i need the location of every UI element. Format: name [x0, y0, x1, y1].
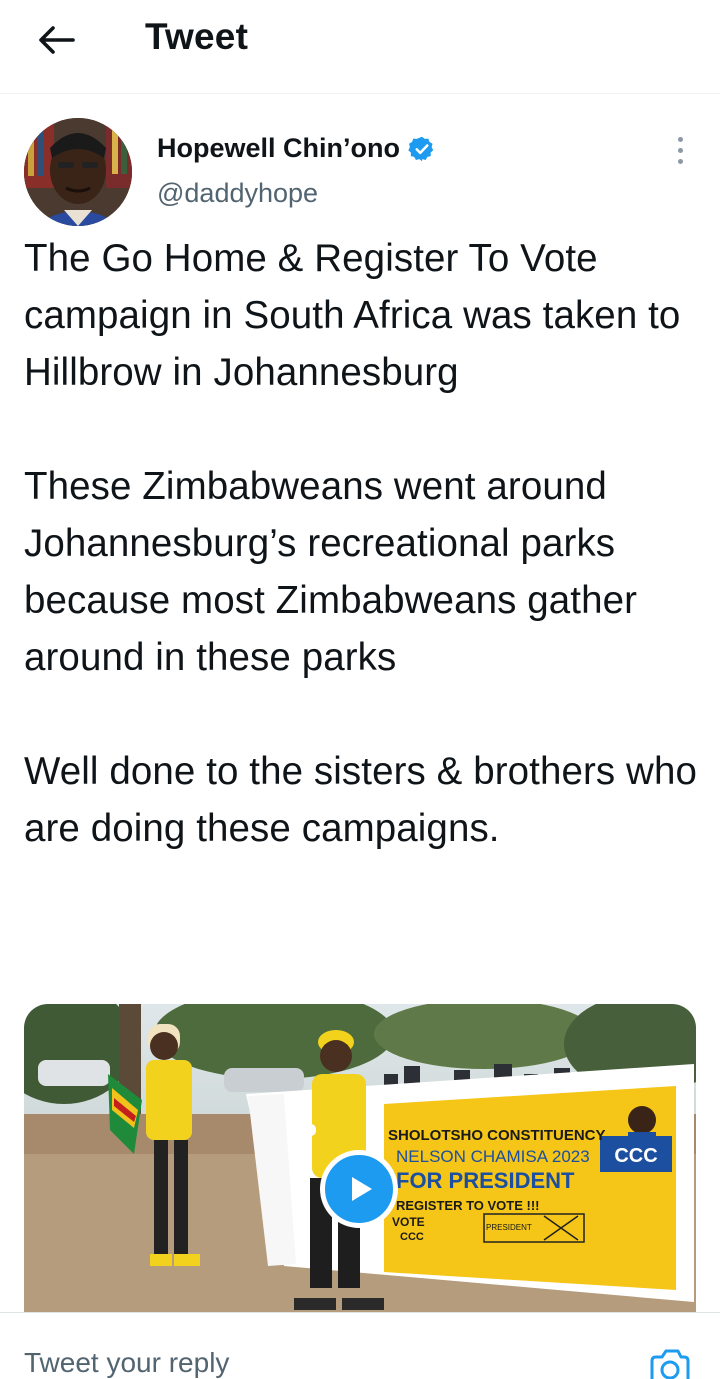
- author-name[interactable]: Hopewell Chin’ono: [157, 133, 436, 164]
- banner-vote-label: VOTE: [392, 1215, 425, 1229]
- more-vertical-icon: [677, 136, 683, 142]
- banner-ccc-logo: CCC: [614, 1145, 657, 1167]
- author-handle[interactable]: @daddyhope: [157, 178, 318, 209]
- banner-line-3: FOR PRESIDENT: [396, 1168, 575, 1193]
- author-name-text: Hopewell Chin’ono: [157, 133, 400, 163]
- more-dot: [677, 158, 683, 164]
- more-options-button[interactable]: [664, 132, 696, 168]
- arrow-left-icon: [39, 26, 75, 54]
- camera-button[interactable]: [648, 1347, 692, 1379]
- play-icon: [352, 1177, 372, 1201]
- tweet-text: The Go Home & Register To Vote campaign …: [24, 237, 697, 850]
- camera-icon: [650, 1349, 690, 1379]
- video-play-button[interactable]: [320, 1150, 398, 1228]
- banner-ccc-label: CCC: [400, 1231, 424, 1243]
- more-dot: [677, 147, 683, 153]
- back-button[interactable]: [34, 20, 78, 60]
- banner-line-1: SHOLOTSHO CONSTITUENCY: [388, 1127, 606, 1144]
- author-avatar[interactable]: [24, 118, 132, 226]
- verified-badge-icon: [408, 136, 434, 161]
- page-title: Tweet: [145, 16, 249, 57]
- reply-bar: [0, 1312, 720, 1379]
- reply-input[interactable]: [24, 1347, 584, 1379]
- banner-line-4: REGISTER TO VOTE !!!: [396, 1198, 540, 1213]
- top-bar: Tweet: [0, 0, 720, 94]
- banner-line-2: NELSON CHAMISA 2023: [396, 1147, 590, 1166]
- banner-president-label: PRESIDENT: [486, 1223, 532, 1232]
